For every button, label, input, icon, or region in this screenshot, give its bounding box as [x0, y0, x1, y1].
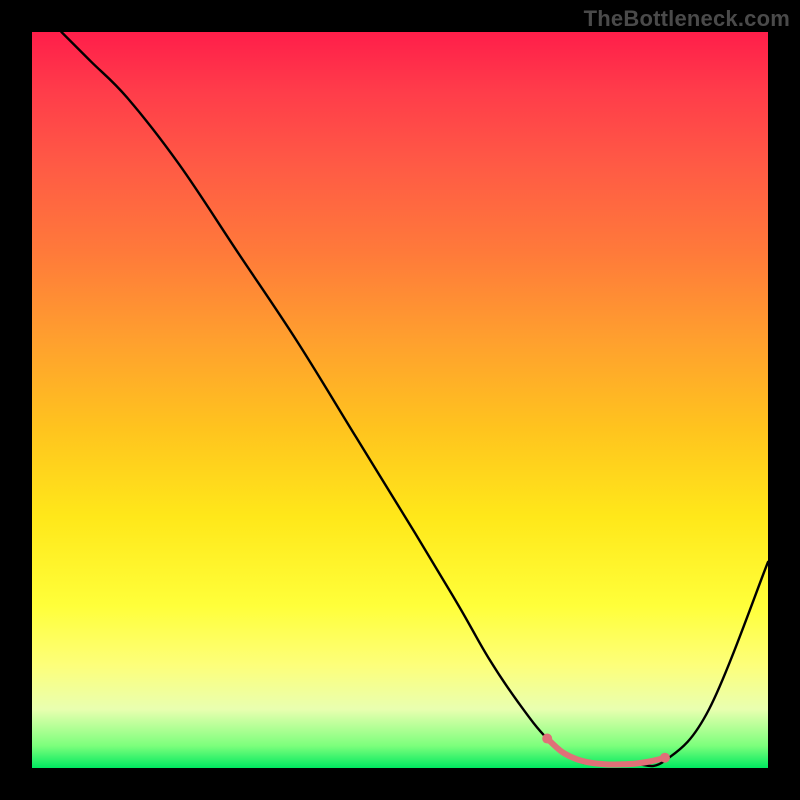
highlight-endpoint: [542, 734, 552, 744]
highlight-endpoint: [660, 753, 670, 763]
plot-area: [32, 32, 768, 768]
curve-layer: [61, 32, 768, 766]
chart-frame: TheBottleneck.com: [0, 0, 800, 800]
flat-highlight: [547, 739, 665, 765]
chart-svg: [32, 32, 768, 768]
bottleneck-curve: [61, 32, 768, 766]
watermark-text: TheBottleneck.com: [584, 6, 790, 32]
